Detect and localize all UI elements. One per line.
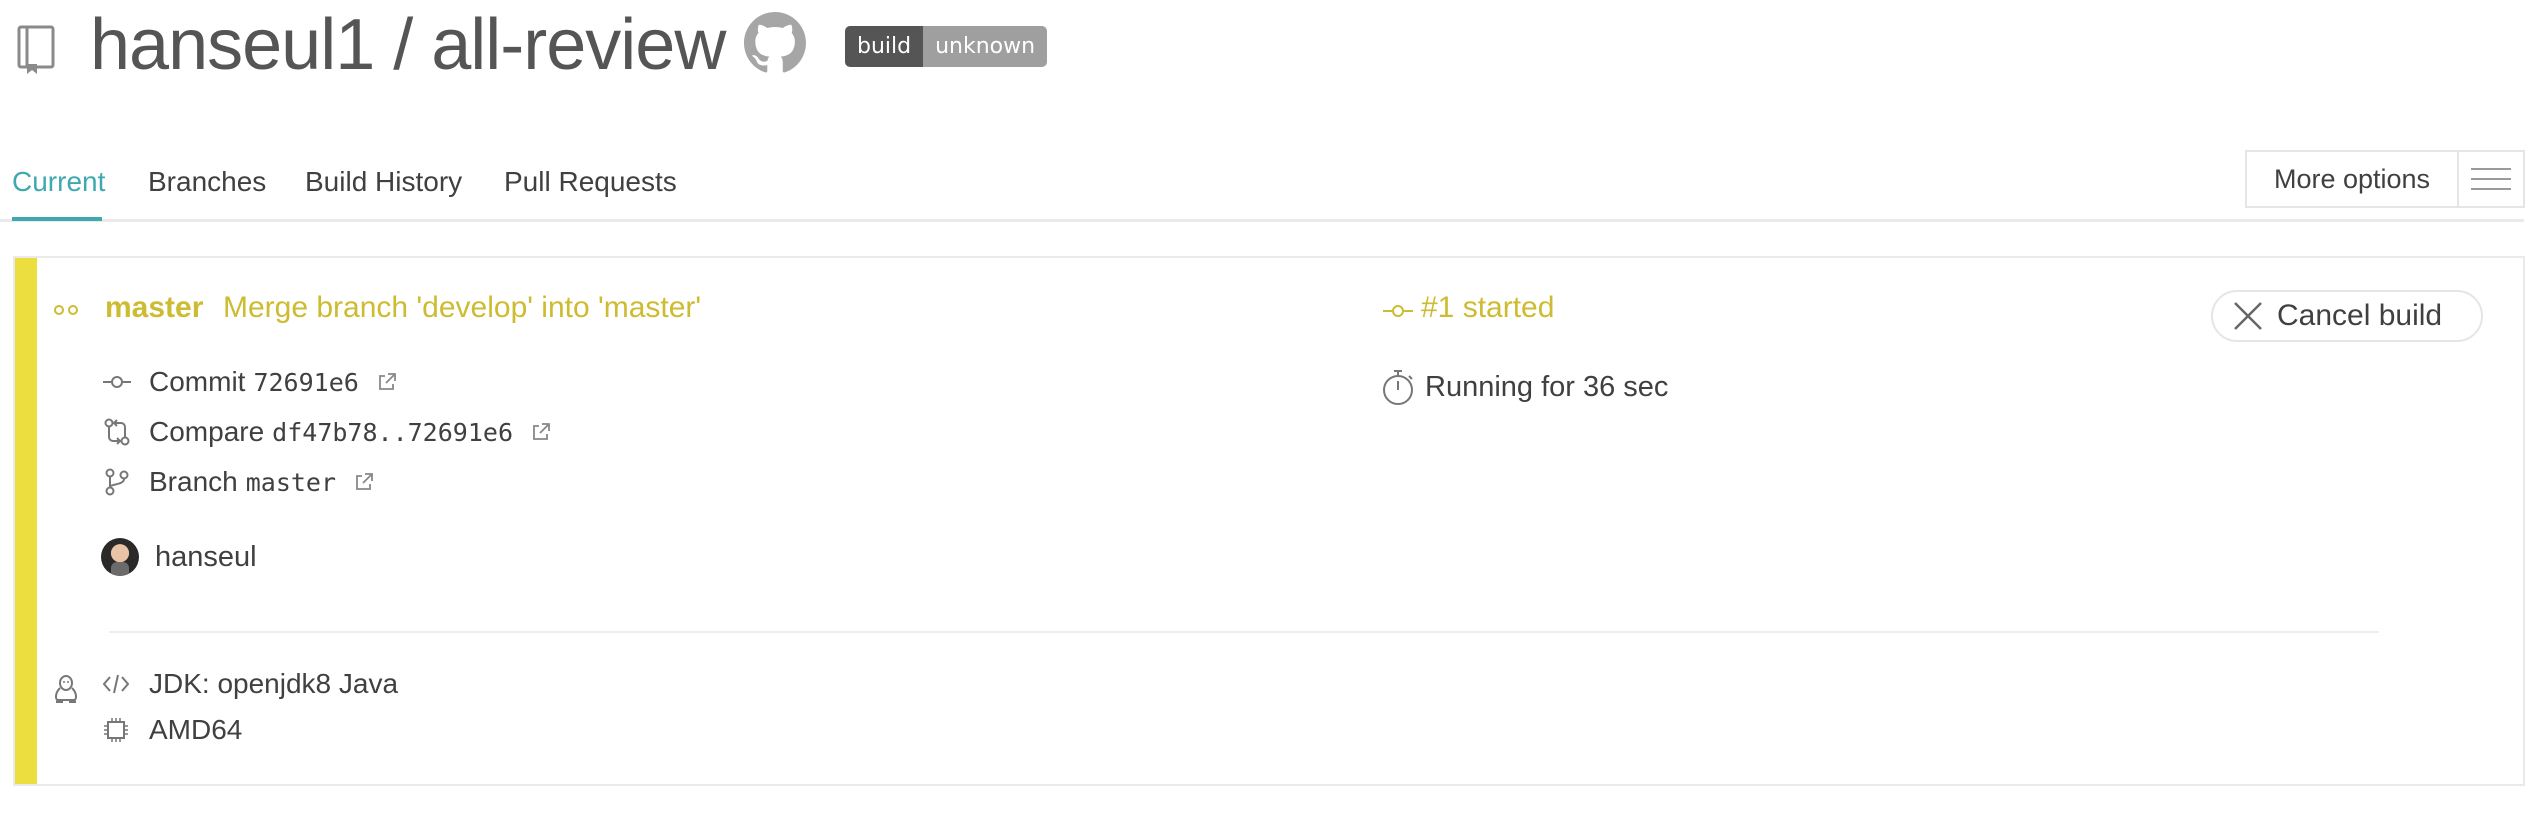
current-build-card: master Merge branch 'develop' into 'mast…: [13, 256, 2525, 786]
active-tab-indicator: [12, 217, 102, 221]
badge-value: unknown: [923, 26, 1048, 67]
repo-book-icon: [17, 25, 55, 74]
author-name[interactable]: hanseul: [155, 541, 257, 574]
cancel-build-label: Cancel build: [2277, 299, 2443, 332]
commit-message: Merge branch 'develop' into 'master': [223, 291, 702, 324]
jdk-row: JDK: openjdk8 Java: [103, 668, 398, 700]
running-text: Running for 36 sec: [1425, 370, 1669, 403]
close-icon: [2234, 302, 2262, 330]
status-stripe: [15, 258, 37, 784]
hamburger-icon[interactable]: [2459, 152, 2523, 206]
running-duration: Running for 36 sec: [1381, 368, 1668, 406]
tab-pull-requests[interactable]: Pull Requests: [504, 166, 677, 198]
build-status-badge[interactable]: build unknown: [845, 26, 1048, 67]
divider: [109, 631, 2379, 633]
branch-icon: [105, 468, 129, 496]
repo-header: hanseul1 / all-review build unknown: [0, 0, 2538, 90]
tab-branches[interactable]: Branches: [148, 166, 266, 198]
commit-label: Commit: [149, 366, 246, 397]
commit-state-icon: [1383, 305, 1413, 317]
external-link-icon[interactable]: [377, 372, 397, 392]
compare-label: Compare: [149, 416, 265, 447]
author-row[interactable]: hanseul: [101, 538, 257, 576]
cancel-build-button[interactable]: Cancel build: [2211, 290, 2483, 342]
avatar[interactable]: [101, 538, 139, 576]
arch-row: AMD64: [103, 714, 242, 746]
more-options-label: More options: [2247, 152, 2459, 206]
compare-row[interactable]: Compare df47b78..72691e6: [103, 416, 551, 448]
github-icon[interactable]: [744, 12, 806, 74]
linux-tux-icon: [55, 675, 77, 703]
more-options-button[interactable]: More options: [2245, 150, 2525, 208]
compare-icon: [104, 418, 130, 446]
compare-range[interactable]: df47b78..72691e6: [272, 418, 513, 447]
build-branch-name[interactable]: master: [105, 291, 203, 325]
repo-title[interactable]: hanseul1 / all-review: [90, 2, 726, 88]
branch-value[interactable]: master: [246, 468, 336, 497]
jdk-text: JDK: openjdk8 Java: [149, 668, 399, 699]
commit-sha[interactable]: 72691e6: [253, 368, 358, 397]
started-status-icon: [54, 305, 78, 315]
tab-current[interactable]: Current: [12, 166, 105, 198]
code-icon: [103, 674, 129, 694]
badge-label: build: [845, 26, 924, 67]
repo-tabs: Current Branches Build History Pull Requ…: [0, 150, 2524, 222]
arch-text: AMD64: [149, 714, 243, 745]
external-link-icon[interactable]: [531, 422, 551, 442]
branch-row[interactable]: Branch master: [103, 466, 374, 498]
commit-row[interactable]: Commit 72691e6: [103, 366, 397, 398]
branch-label: Branch: [149, 466, 238, 497]
build-number-state[interactable]: #1 started: [1421, 291, 1554, 325]
cpu-chip-icon: [104, 718, 128, 742]
stopwatch-icon: [1383, 370, 1413, 405]
tab-build-history[interactable]: Build History: [305, 166, 462, 198]
external-link-icon[interactable]: [354, 472, 374, 492]
commit-icon: [103, 376, 131, 388]
